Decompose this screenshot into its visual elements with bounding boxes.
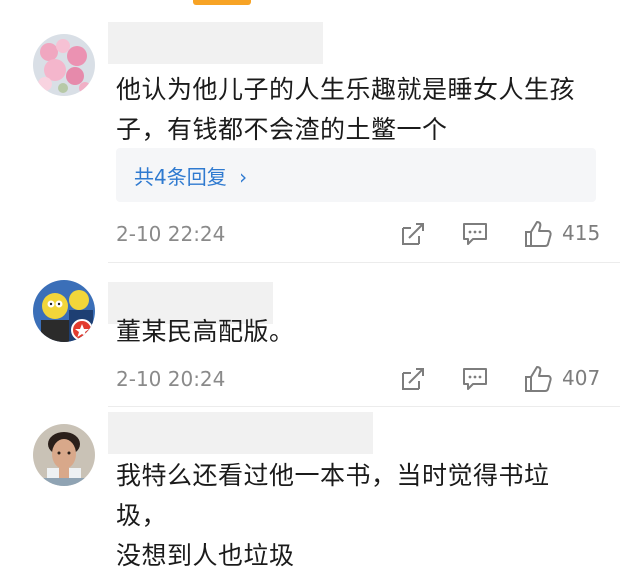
comment-text: 我特么还看过他一本书，当时觉得书垃圾， 没想到人也垃圾 xyxy=(116,456,600,576)
comment-icon[interactable] xyxy=(459,218,491,250)
username-redacted xyxy=(108,22,323,64)
comment-text: 他认为他儿子的人生乐趣就是睡女人生孩 子，有钱都不会渣的土鳖一个 xyxy=(116,70,600,150)
comment-text-line: 没想到人也垃圾 xyxy=(116,541,295,570)
comment-text-line: 董某民高配版。 xyxy=(116,317,295,346)
active-tab-indicator xyxy=(193,0,251,5)
thumbs-up-icon[interactable] xyxy=(522,218,554,250)
comment-text-line: 子，有钱都不会渣的土鳖一个 xyxy=(116,115,448,144)
avatar[interactable] xyxy=(33,34,95,96)
thumbs-up-icon[interactable] xyxy=(522,363,554,395)
username-redacted xyxy=(108,412,373,454)
replies-box[interactable]: 共4条回复 › xyxy=(116,148,596,202)
view-replies-link[interactable]: 共4条回复 › xyxy=(134,161,247,190)
divider xyxy=(108,406,620,407)
comment-icon[interactable] xyxy=(459,363,491,395)
divider xyxy=(108,262,620,263)
view-replies-label: 共4条回复 xyxy=(134,165,227,189)
comment-text-line: 我特么还看过他一本书，当时觉得书垃圾， xyxy=(116,461,550,530)
like-count: 407 xyxy=(562,366,601,390)
share-icon[interactable] xyxy=(397,363,429,395)
share-icon[interactable] xyxy=(397,218,429,250)
chevron-right-icon: › xyxy=(239,165,248,189)
like-count: 415 xyxy=(562,221,601,245)
comment-text-line: 他认为他儿子的人生乐趣就是睡女人生孩 xyxy=(116,75,576,104)
avatar[interactable] xyxy=(33,280,95,342)
comment-text: 董某民高配版。 xyxy=(116,312,600,352)
avatar[interactable] xyxy=(33,424,95,486)
